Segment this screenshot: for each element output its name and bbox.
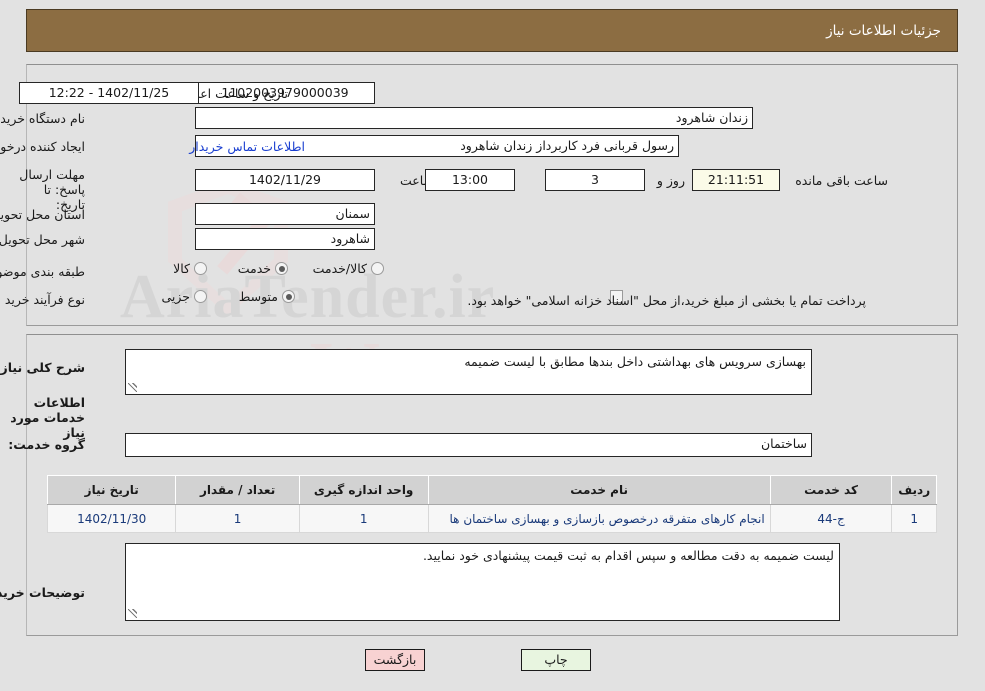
radio-icon[interactable] (282, 290, 295, 303)
table-header-row: ردیف کد خدمت نام خدمت واحد اندازه گیری ت… (46, 475, 937, 505)
service-group-value: ساختمان (125, 433, 812, 457)
radio-icon[interactable] (371, 262, 384, 275)
page-title: جزئیات اطلاعات نیاز (826, 23, 941, 39)
service-group-label: گروه خدمت: (8, 437, 85, 452)
td-quantity: 1 (175, 504, 300, 533)
radio-process-motevaset[interactable]: متوسط (239, 289, 295, 304)
td-service-name: انجام کارهای متفرقه درخصوص بازسازی و بهس… (427, 504, 771, 533)
buyer-notes-textarea[interactable]: لیست ضمیمه به دقت مطالعه و سپس اقدام به … (125, 543, 840, 621)
radio-icon[interactable] (194, 290, 207, 303)
countdown-timer-value: 21:11:51 (692, 169, 780, 191)
radio-label: کالا (173, 261, 190, 276)
radio-label: جزیی (161, 289, 190, 304)
city-value: شاهرود (195, 228, 375, 250)
radio-classification-khedmat[interactable]: خدمت (238, 261, 288, 276)
process-type-label: نوع فرآیند خرید : (0, 292, 85, 307)
classification-label: طبقه بندی موضوعی: (0, 264, 85, 279)
announce-datetime-value: 1402/11/25 - 12:22 (19, 82, 199, 104)
countdown-timer-label: ساعت باقی مانده (795, 173, 888, 188)
th-need-date: تاریخ نیاز (46, 475, 177, 505)
buyer-org-value: زندان شاهرود (195, 107, 753, 129)
td-service-code: ج-44 (769, 504, 893, 533)
services-info-heading: اطلاعات خدمات مورد نیاز (10, 395, 85, 440)
city-label: شهر محل تحویل: (0, 232, 85, 247)
radio-label: خدمت (237, 261, 271, 276)
remaining-days-value: 3 (545, 169, 645, 191)
radio-label: متوسط (238, 289, 278, 304)
remaining-days-label: روز و (656, 173, 685, 188)
td-row: 1 (891, 504, 937, 533)
radio-process-jozei[interactable]: جزیی (161, 289, 207, 304)
treasury-bond-text: پرداخت تمام یا بخشی از مبلغ خرید،از محل … (467, 293, 866, 308)
hour-value: 13:00 (425, 169, 515, 191)
th-row: ردیف (891, 475, 937, 505)
services-table: ردیف کد خدمت نام خدمت واحد اندازه گیری ت… (46, 475, 937, 533)
page-header: جزئیات اطلاعات نیاز (26, 9, 958, 52)
buyer-org-label: نام دستگاه خریدار: (0, 111, 85, 126)
creator-label: ایجاد کننده درخواست: (0, 139, 85, 154)
td-need-date: 1402/11/30 (46, 504, 177, 533)
table-row: 1 ج-44 انجام کارهای متفرقه درخصوص بازساز… (46, 504, 937, 533)
back-button[interactable]: بازگشت (365, 649, 425, 671)
radio-classification-kala[interactable]: کالا (173, 261, 207, 276)
province-label: استان محل تحویل: (0, 207, 85, 222)
th-quantity: تعداد / مقدار (175, 475, 300, 505)
radio-icon[interactable] (275, 262, 288, 275)
print-button[interactable]: چاپ (521, 649, 591, 671)
buyer-contact-link[interactable]: اطلاعات تماس خریدار (189, 139, 305, 154)
radio-label: کالا/خدمت (312, 261, 367, 276)
radio-icon[interactable] (194, 262, 207, 275)
general-description-label: شرح کلی نیاز: (0, 360, 85, 375)
deadline-date-value: 1402/11/29 (195, 169, 375, 191)
td-unit: 1 (298, 504, 429, 533)
buyer-notes-label: توضیحات خریدار: (0, 585, 85, 600)
general-description-textarea[interactable]: بهسازی سرویس های بهداشتی داخل بندها مطاب… (125, 349, 812, 395)
deadline-label: مهلت ارسال پاسخ: تا تاریخ: (19, 167, 85, 212)
radio-classification-kala-khedmat[interactable]: کالا/خدمت (313, 261, 384, 276)
province-value: سمنان (195, 203, 375, 225)
th-unit: واحد اندازه گیری (298, 475, 429, 505)
th-service-name: نام خدمت (427, 475, 771, 505)
th-service-code: کد خدمت (769, 475, 893, 505)
